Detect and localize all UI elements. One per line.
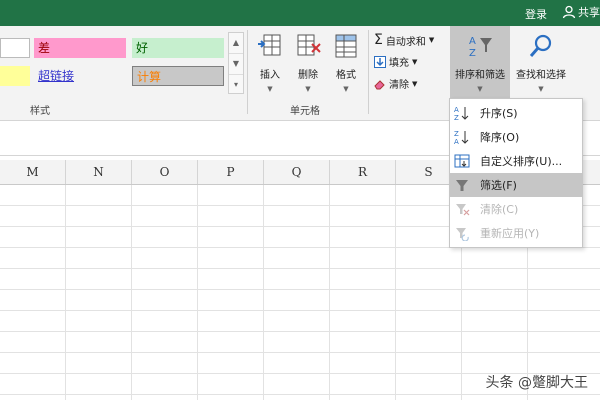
chevron-down-icon: ▼ (305, 85, 311, 93)
fill-button[interactable]: 填充 ▼ (374, 54, 417, 69)
chevron-down-icon: ▼ (343, 85, 349, 93)
separator (368, 30, 369, 114)
styles-group-label: 样式 (30, 106, 50, 117)
menu-item-label: 升序(S) (480, 107, 518, 120)
column-header-m[interactable]: M (0, 160, 66, 184)
separator (247, 30, 248, 114)
style-good[interactable]: 好 (132, 38, 224, 58)
format-cells-icon (335, 34, 357, 58)
insert-label: 插入 (260, 70, 280, 81)
eraser-icon (374, 79, 385, 89)
svg-text:A: A (469, 36, 476, 47)
row-line (0, 394, 600, 395)
column-header-n[interactable]: N (66, 160, 132, 184)
chevron-down-icon: ▼ (477, 85, 483, 93)
find-select-label: 查找和选择 (516, 70, 566, 81)
svg-text:Z: Z (469, 48, 476, 59)
styles-gallery-scroll[interactable]: ▲ ▼ ▾ (228, 32, 244, 94)
format-button[interactable]: 格式 ▼ (330, 32, 362, 93)
reapply-icon (456, 228, 469, 241)
menu-item-clear-filter[interactable]: 清除(C) (450, 197, 582, 221)
login-link[interactable]: 登录 (525, 6, 547, 22)
column-header-q[interactable]: Q (264, 160, 330, 184)
scroll-up-icon[interactable]: ▲ (229, 33, 243, 54)
menu-item-label: 自定义排序(U)... (480, 155, 563, 168)
menu-item-label: 降序(O) (480, 131, 520, 144)
sort-filter-button[interactable]: A Z 排序和筛选 ▼ (450, 26, 510, 98)
gallery-more-icon[interactable]: ▾ (229, 75, 243, 95)
row-line (0, 352, 600, 353)
sort-filter-label: 排序和筛选 (455, 70, 505, 81)
chevron-down-icon: ▼ (267, 85, 273, 93)
col-line (395, 185, 396, 400)
delete-cells-icon (297, 34, 321, 56)
row-line (0, 289, 600, 290)
menu-item-label: 筛选(F) (480, 179, 517, 192)
person-icon (562, 5, 576, 19)
col-line (263, 185, 264, 400)
menu-item-sort-ascending[interactable]: AZ 升序(S) (450, 101, 582, 125)
cells-group-label: 单元格 (290, 106, 320, 117)
clear-filter-icon (456, 204, 470, 216)
chevron-down-icon: ▼ (538, 85, 544, 93)
custom-sort-icon (454, 154, 470, 168)
svg-text:A: A (454, 106, 459, 114)
menu-item-reapply[interactable]: 重新应用(Y) (450, 221, 582, 245)
clear-button[interactable]: 清除 ▼ (374, 76, 417, 91)
menu-item-custom-sort[interactable]: 自定义排序(U)... (450, 149, 582, 173)
row-line (0, 268, 600, 269)
autosum-label: 自动求和 (385, 36, 426, 48)
menu-item-filter[interactable]: 筛选(F) (450, 173, 582, 197)
style-calc[interactable]: 计算 (132, 66, 224, 86)
clear-label: 清除 (389, 80, 409, 91)
row-line (0, 331, 600, 332)
format-label: 格式 (336, 70, 356, 81)
chevron-down-icon: ▼ (412, 79, 418, 88)
sort-filter-menu: AZ 升序(S) ZA 降序(O) 自定义排序(U)... 筛选(F) 清除(C… (449, 98, 583, 248)
style-hyperlink[interactable]: 超链接 (34, 66, 126, 86)
share-button[interactable]: 共享 (562, 4, 600, 20)
title-bar: 登录 共享 (0, 0, 600, 26)
filter-icon (456, 180, 468, 191)
svg-text:Z: Z (454, 130, 459, 138)
col-line (197, 185, 198, 400)
watermark: 头条 @蹩脚大王 (485, 375, 588, 391)
fill-down-icon (374, 55, 386, 68)
autosum-button[interactable]: Σ 自动求和 ▼ (374, 32, 434, 48)
svg-text:Z: Z (454, 114, 459, 121)
share-label: 共享 (578, 6, 600, 19)
search-icon (529, 34, 552, 57)
column-header-o[interactable]: O (132, 160, 198, 184)
menu-item-sort-descending[interactable]: ZA 降序(O) (450, 125, 582, 149)
delete-button[interactable]: 删除 ▼ (292, 32, 324, 93)
chevron-down-icon: ▼ (412, 57, 418, 66)
sort-descending-icon: ZA (454, 130, 469, 145)
insert-cells-icon (258, 34, 281, 56)
col-line (131, 185, 132, 400)
row-line (0, 310, 600, 311)
style-neutral-partial[interactable] (0, 66, 30, 86)
col-line (329, 185, 330, 400)
sigma-icon: Σ (374, 32, 383, 48)
fill-label: 填充 (389, 58, 409, 69)
insert-button[interactable]: 插入 ▼ (254, 32, 286, 93)
column-header-p[interactable]: P (198, 160, 264, 184)
style-bad[interactable]: 差 (34, 38, 126, 58)
col-line (65, 185, 66, 400)
style-normal-partial[interactable] (0, 38, 30, 58)
column-header-r[interactable]: R (330, 160, 396, 184)
delete-label: 删除 (298, 70, 318, 81)
find-select-button[interactable]: 查找和选择 ▼ (511, 32, 571, 93)
sort-filter-icon: A Z (469, 36, 492, 59)
svg-text:A: A (454, 138, 459, 145)
menu-item-label: 清除(C) (480, 203, 519, 216)
sort-ascending-icon: AZ (454, 106, 469, 121)
menu-item-label: 重新应用(Y) (480, 227, 540, 240)
scroll-down-icon[interactable]: ▼ (229, 54, 243, 75)
chevron-down-icon: ▼ (428, 36, 435, 44)
